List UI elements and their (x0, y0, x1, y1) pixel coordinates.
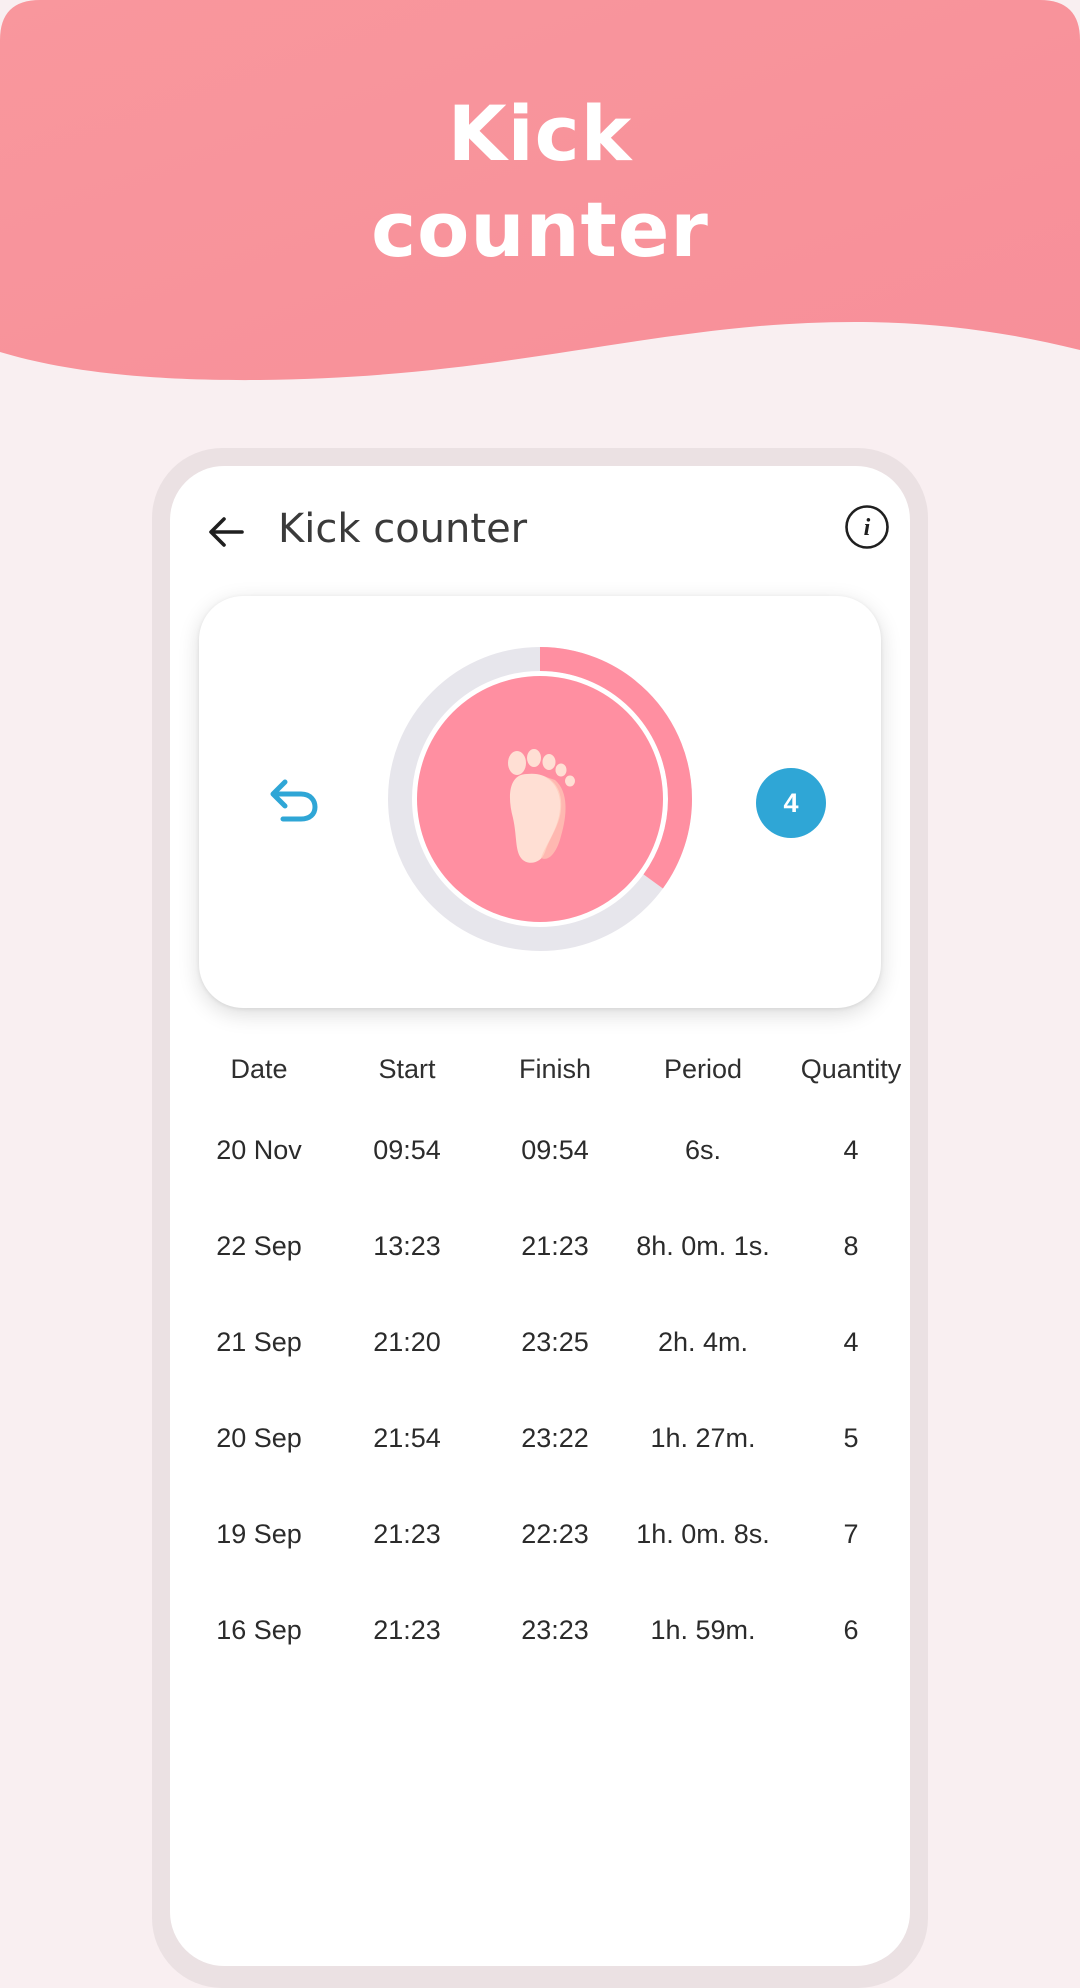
table-row: 19 Sep 21:23 22:23 1h. 0m. 8s. 7 (170, 1486, 910, 1582)
table-row: 21 Sep 21:20 23:25 2h. 4m. 4 (170, 1294, 910, 1390)
cell-start: 21:20 (373, 1326, 441, 1357)
header-finish: Finish (518, 1053, 592, 1084)
cell-date: 21 Sep (216, 1326, 302, 1357)
cell-finish: 22:23 (521, 1518, 589, 1549)
table-row: 22 Sep 13:23 21:23 8h. 0m. 1s. 8 (170, 1198, 910, 1294)
svg-text:i: i (864, 515, 871, 541)
cell-start: 09:54 (373, 1134, 441, 1165)
header-quantity: Quantity (800, 1053, 902, 1084)
kick-button-shape (417, 676, 663, 922)
cell-period: 6s. (684, 1134, 722, 1165)
table-row: 20 Nov 09:54 09:54 6s. 4 (170, 1102, 910, 1198)
kick-count-badge: 4 (756, 768, 826, 838)
history-table: Date Start Finish Period Quantity 20 Nov… (170, 1036, 910, 1678)
cell-start: 13:23 (373, 1230, 441, 1261)
table-row: 20 Sep 21:54 23:22 1h. 27m. 5 (170, 1390, 910, 1486)
cell-period: 1h. 0m. 8s. (636, 1518, 770, 1549)
banner-title-line2: counter (371, 185, 709, 274)
phone-screen: Kick counter i 4 Date Start Finish Perio… (170, 466, 910, 1966)
undo-icon (270, 779, 318, 822)
promo-banner: Kick counter (0, 0, 1080, 400)
info-icon: i (845, 505, 889, 549)
cell-date: 20 Sep (216, 1422, 302, 1453)
cell-finish: 09:54 (521, 1134, 589, 1165)
cell-start: 21:54 (373, 1422, 441, 1453)
arrow-left-icon (209, 517, 244, 547)
cell-finish: 23:25 (521, 1326, 589, 1357)
app-bar: Kick counter i (170, 466, 910, 596)
counter-card: 4 (199, 596, 881, 1008)
table-row: 16 Sep 21:23 23:23 1h. 59m. 6 (170, 1582, 910, 1678)
cell-finish: 21:23 (521, 1230, 589, 1261)
header-start: Start (378, 1053, 436, 1084)
cell-period: 2h. 4m. (657, 1326, 749, 1357)
banner-title-line1: Kick (447, 89, 633, 178)
header-period: Period (663, 1053, 743, 1084)
cell-period: 8h. 0m. 1s. (636, 1230, 770, 1261)
cell-quantity: 6 (843, 1614, 859, 1645)
cell-date: 20 Nov (216, 1134, 302, 1165)
banner-title: Kick counter (0, 86, 1080, 278)
cell-start: 21:23 (373, 1614, 441, 1645)
cell-date: 19 Sep (216, 1518, 302, 1549)
cell-date: 16 Sep (216, 1614, 302, 1645)
table-header: Date Start Finish Period Quantity (170, 1036, 910, 1102)
cell-quantity: 4 (843, 1326, 859, 1357)
cell-period: 1h. 27m. (650, 1422, 756, 1453)
undo-button[interactable] (259, 774, 329, 830)
kick-button[interactable] (417, 676, 663, 922)
cell-finish: 23:22 (521, 1422, 589, 1453)
header-date: Date (230, 1053, 288, 1084)
cell-quantity: 8 (843, 1230, 859, 1261)
cell-quantity: 5 (843, 1422, 859, 1453)
info-button[interactable]: i (844, 504, 890, 550)
cell-date: 22 Sep (216, 1230, 302, 1261)
cell-start: 21:23 (373, 1518, 441, 1549)
cell-quantity: 4 (843, 1134, 859, 1165)
cell-quantity: 7 (843, 1518, 859, 1549)
page-title: Kick counter (278, 506, 528, 552)
back-button[interactable] (200, 506, 252, 558)
cell-period: 1h. 59m. (650, 1614, 756, 1645)
cell-finish: 23:23 (521, 1614, 589, 1645)
